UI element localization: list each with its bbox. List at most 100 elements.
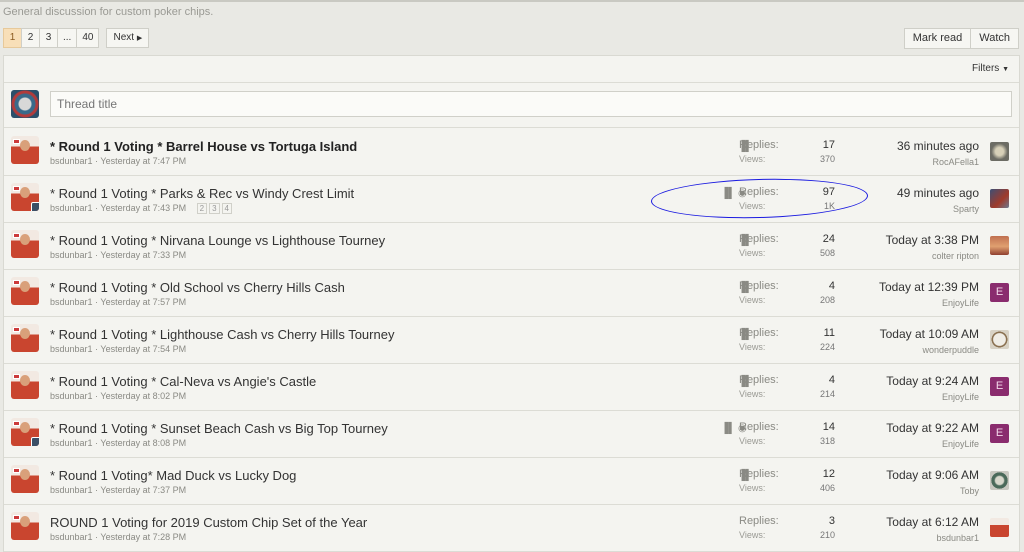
thread-author[interactable]: bsdunbar1 [50,485,93,495]
views-label: Views: [739,248,766,258]
thread-author[interactable]: bsdunbar1 [50,532,93,542]
forum-actions: Mark read Watch [903,28,1019,49]
thread-title[interactable]: * Round 1 Voting * Cal-Neva vs Angie's C… [50,374,316,389]
thread-title-input[interactable] [50,91,1012,117]
last-post-time[interactable]: Today at 3:38 PM [886,233,979,247]
author-avatar[interactable] [11,371,39,399]
thread-title[interactable]: ROUND 1 Voting for 2019 Custom Chip Set … [50,515,367,530]
thread-row[interactable]: * Round 1 Voting * Sunset Beach Cash vs … [4,411,1019,458]
thread-author[interactable]: bsdunbar1 [50,391,93,401]
last-post-time[interactable]: 36 minutes ago [897,139,979,153]
replies-count: 4 [828,280,835,292]
last-post-user[interactable]: bsdunbar1 [886,533,979,543]
replies-label: Replies: [739,186,779,198]
last-post-user[interactable]: colter ripton [886,251,979,261]
filters-button[interactable]: Filters ▼ [972,63,1009,74]
page-link-40[interactable]: 40 [76,28,100,48]
last-poster-avatar[interactable] [990,471,1009,490]
page-link-3[interactable]: 3 [39,28,58,48]
next-page-button[interactable]: Next ▶ [106,28,150,48]
mark-read-button[interactable]: Mark read [903,28,972,49]
thread-row[interactable]: * Round 1 Voting * Cal-Neva vs Angie's C… [4,364,1019,411]
last-poster-avatar[interactable]: E [990,283,1009,302]
last-poster-avatar[interactable] [990,142,1009,161]
thread-start-date[interactable]: Yesterday at 7:28 PM [100,532,186,542]
page-link-2[interactable]: 2 [21,28,40,48]
last-post-time[interactable]: Today at 9:24 AM [886,374,979,388]
last-post-user[interactable]: wonderpuddle [880,345,979,355]
author-avatar[interactable] [11,512,39,540]
author-avatar[interactable] [11,136,39,164]
thread-start-date[interactable]: Yesterday at 7:47 PM [100,156,186,166]
thread-page-link[interactable]: 2 [196,203,208,214]
last-poster-avatar[interactable]: E [990,424,1009,443]
thread-start-date[interactable]: Yesterday at 7:43 PM [100,203,186,213]
last-poster-avatar[interactable] [990,189,1009,208]
last-poster-avatar[interactable] [990,330,1009,349]
filter-bar: Filters ▼ [4,56,1019,83]
thread-start-date[interactable]: Yesterday at 7:57 PM [100,297,186,307]
thread-row[interactable]: * Round 1 Voting * Barrel House vs Tortu… [4,129,1019,176]
author-avatar[interactable] [11,183,39,211]
thread-row[interactable]: ROUND 1 Voting for 2019 Custom Chip Set … [4,505,1019,552]
thread-author[interactable]: bsdunbar1 [50,250,93,260]
views-count: 210 [819,530,835,540]
bar-chart-icon: ▐▌ [721,423,736,434]
thread-title[interactable]: * Round 1 Voting * Barrel House vs Tortu… [50,139,357,154]
thread-title[interactable]: * Round 1 Voting * Old School vs Cherry … [50,280,345,295]
last-post-time[interactable]: Today at 10:09 AM [880,327,979,341]
thread-start-date[interactable]: Yesterday at 8:08 PM [100,438,186,448]
thread-page-link[interactable]: 3 [209,203,220,214]
replies-label: Replies: [739,515,779,527]
last-poster-avatar[interactable]: E [990,377,1009,396]
thread-page-link[interactable]: 4 [221,203,232,214]
filters-label: Filters [972,63,1000,74]
author-avatar[interactable] [11,324,39,352]
page-jump[interactable]: ... [57,28,78,48]
thread-start-date[interactable]: Yesterday at 7:54 PM [100,344,186,354]
thread-start-date[interactable]: Yesterday at 7:37 PM [100,485,186,495]
last-post-user[interactable]: EnjoyLife [886,439,979,449]
replies-count: 17 [822,139,835,151]
last-post-user[interactable]: RocAFella1 [897,157,979,167]
thread-author[interactable]: bsdunbar1 [50,344,93,354]
last-post-user[interactable]: EnjoyLife [879,298,979,308]
thread-author[interactable]: bsdunbar1 [50,203,93,213]
thread-author[interactable]: bsdunbar1 [50,438,93,448]
last-poster-avatar[interactable] [990,236,1009,255]
thread-row[interactable]: * Round 1 Voting * Parks & Rec vs Windy … [4,176,1019,223]
author-avatar[interactable] [11,418,39,446]
last-post: Today at 6:12 AM bsdunbar1 [886,515,979,543]
author-avatar[interactable] [11,230,39,258]
thread-start-date[interactable]: Yesterday at 8:02 PM [100,391,186,401]
last-post-user[interactable]: EnjoyLife [886,392,979,402]
thread-row[interactable]: * Round 1 Voting * Lighthouse Cash vs Ch… [4,317,1019,364]
thread-author[interactable]: bsdunbar1 [50,297,93,307]
last-poster-avatar[interactable] [990,518,1009,537]
thread-author[interactable]: bsdunbar1 [50,156,93,166]
user-avatar[interactable] [11,90,39,118]
last-post-time[interactable]: 49 minutes ago [897,186,979,200]
last-post-user[interactable]: Toby [886,486,979,496]
thread-meta: bsdunbar1 · Yesterday at 7:37 PM [50,485,187,495]
last-post-time[interactable]: Today at 9:06 AM [886,468,979,482]
last-post-time[interactable]: Today at 12:39 PM [879,280,979,294]
thread-start-date[interactable]: Yesterday at 7:33 PM [100,250,186,260]
last-post-user[interactable]: Sparty [897,204,979,214]
thread-title[interactable]: * Round 1 Voting * Parks & Rec vs Windy … [50,186,354,201]
page-link-1[interactable]: 1 [3,28,22,48]
last-post-time[interactable]: Today at 6:12 AM [886,515,979,529]
thread-title[interactable]: * Round 1 Voting * Lighthouse Cash vs Ch… [50,327,394,342]
thread-row[interactable]: * Round 1 Voting* Mad Duck vs Lucky Dog … [4,458,1019,505]
views-count: 508 [819,248,835,258]
thread-title[interactable]: * Round 1 Voting* Mad Duck vs Lucky Dog [50,468,296,483]
author-avatar[interactable] [11,465,39,493]
thread-row[interactable]: * Round 1 Voting * Old School vs Cherry … [4,270,1019,317]
watch-button[interactable]: Watch [970,28,1019,49]
last-post-time[interactable]: Today at 9:22 AM [886,421,979,435]
thread-row[interactable]: * Round 1 Voting * Nirvana Lounge vs Lig… [4,223,1019,270]
thread-title[interactable]: * Round 1 Voting * Nirvana Lounge vs Lig… [50,233,385,248]
replies-count: 24 [822,233,835,245]
author-avatar[interactable] [11,277,39,305]
thread-title[interactable]: * Round 1 Voting * Sunset Beach Cash vs … [50,421,388,436]
